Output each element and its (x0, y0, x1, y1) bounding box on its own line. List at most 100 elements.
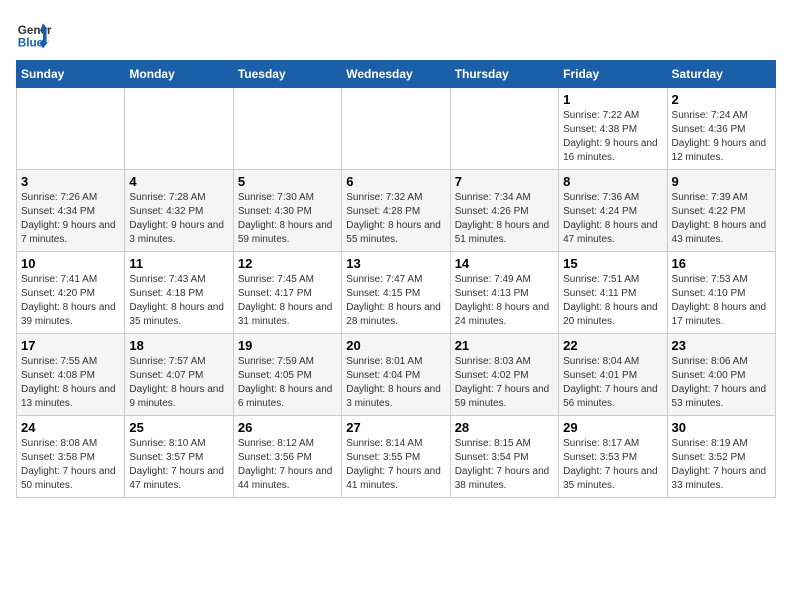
day-number: 6 (346, 174, 445, 189)
calendar-cell (450, 88, 558, 170)
calendar-cell: 7Sunrise: 7:34 AM Sunset: 4:26 PM Daylig… (450, 170, 558, 252)
calendar-cell: 24 Sunrise: 8:08 AM Sunset: 3:58 PM Dayli… (17, 416, 125, 498)
day-info: Sunrise: 7:57 AM Sunset: 4:07 PM Dayligh… (129, 355, 228, 411)
day-info: Sunrise: 7:59 AM Sunset: 4:05 PM Dayligh… (238, 355, 337, 411)
calendar-cell (125, 88, 233, 170)
day-number: 20 (346, 338, 445, 353)
day-number: 13 (346, 256, 445, 271)
day-info: Sunrise: 8:06 AM Sunset: 4:00 PM Dayligh… (672, 355, 771, 411)
day-info: Sunrise: 8:12 AM Sunset: 3:56 PM Dayligh… (238, 437, 337, 493)
weekday-header-row: SundayMondayTuesdayWednesdayThursdayFrid… (17, 61, 776, 88)
calendar-cell: 8 Sunrise: 7:36 AM Sunset: 4:24 PM Daylig… (559, 170, 667, 252)
day-number: 16 (672, 256, 771, 271)
calendar-week-2: 10 Sunrise: 7:41 AM Sunset: 4:20 PM Dayli… (17, 252, 776, 334)
calendar-cell: 23 Sunrise: 8:06 AM Sunset: 4:00 PM Dayli… (667, 334, 775, 416)
day-number: 21 (455, 338, 554, 353)
logo-icon: General Blue (16, 16, 52, 52)
calendar-cell: 10 Sunrise: 7:41 AM Sunset: 4:20 PM Dayli… (17, 252, 125, 334)
calendar-cell: 30 Sunrise: 8:19 AM Sunset: 3:52 PM Dayli… (667, 416, 775, 498)
calendar-cell: 13 Sunrise: 7:47 AM Sunset: 4:15 PM Dayli… (342, 252, 450, 334)
day-info: Sunrise: 7:32 AM Sunset: 4:28 PM Dayligh… (346, 191, 445, 247)
day-number: 14 (455, 256, 554, 271)
day-number: 9 (672, 174, 771, 189)
calendar-cell: 5 Sunrise: 7:30 AM Sunset: 4:30 PM Daylig… (233, 170, 341, 252)
day-info: Sunrise: 7:45 AM Sunset: 4:17 PM Dayligh… (238, 273, 337, 329)
day-info: Sunrise: 7:53 AM Sunset: 4:10 PM Dayligh… (672, 273, 771, 329)
day-number: 26 (238, 420, 337, 435)
calendar-week-1: 3Sunrise: 7:26 AM Sunset: 4:34 PM Daylig… (17, 170, 776, 252)
day-number: 5 (238, 174, 337, 189)
day-number: 10 (21, 256, 120, 271)
day-number: 30 (672, 420, 771, 435)
day-info: Sunrise: 7:41 AM Sunset: 4:20 PM Dayligh… (21, 273, 120, 329)
weekday-header-wednesday: Wednesday (342, 61, 450, 88)
calendar-cell: 19 Sunrise: 7:59 AM Sunset: 4:05 PM Dayli… (233, 334, 341, 416)
weekday-header-sunday: Sunday (17, 61, 125, 88)
weekday-header-monday: Monday (125, 61, 233, 88)
day-info: Sunrise: 8:15 AM Sunset: 3:54 PM Dayligh… (455, 437, 554, 493)
weekday-header-tuesday: Tuesday (233, 61, 341, 88)
calendar-cell: 15 Sunrise: 7:51 AM Sunset: 4:11 PM Dayli… (559, 252, 667, 334)
day-info: Sunrise: 8:03 AM Sunset: 4:02 PM Dayligh… (455, 355, 554, 411)
day-info: Sunrise: 7:47 AM Sunset: 4:15 PM Dayligh… (346, 273, 445, 329)
day-info: Sunrise: 7:22 AM Sunset: 4:38 PM Dayligh… (563, 109, 662, 165)
day-info: Sunrise: 7:26 AM Sunset: 4:34 PM Dayligh… (21, 191, 120, 247)
day-info: Sunrise: 7:39 AM Sunset: 4:22 PM Dayligh… (672, 191, 771, 247)
day-number: 29 (563, 420, 662, 435)
calendar-cell: 27 Sunrise: 8:14 AM Sunset: 3:55 PM Dayli… (342, 416, 450, 498)
calendar-cell: 16 Sunrise: 7:53 AM Sunset: 4:10 PM Dayli… (667, 252, 775, 334)
day-number: 23 (672, 338, 771, 353)
day-number: 12 (238, 256, 337, 271)
calendar-cell: 18 Sunrise: 7:57 AM Sunset: 4:07 PM Dayli… (125, 334, 233, 416)
day-info: Sunrise: 7:49 AM Sunset: 4:13 PM Dayligh… (455, 273, 554, 329)
day-number: 17 (21, 338, 120, 353)
day-info: Sunrise: 8:10 AM Sunset: 3:57 PM Dayligh… (129, 437, 228, 493)
day-info: Sunrise: 7:24 AM Sunset: 4:36 PM Dayligh… (672, 109, 771, 165)
calendar-cell: 4 Sunrise: 7:28 AM Sunset: 4:32 PM Daylig… (125, 170, 233, 252)
day-number: 28 (455, 420, 554, 435)
day-number: 24 (21, 420, 120, 435)
day-number: 1 (563, 92, 662, 107)
day-number: 19 (238, 338, 337, 353)
calendar-week-4: 24 Sunrise: 8:08 AM Sunset: 3:58 PM Dayli… (17, 416, 776, 498)
day-info: Sunrise: 8:19 AM Sunset: 3:52 PM Dayligh… (672, 437, 771, 493)
day-number: 25 (129, 420, 228, 435)
day-info: Sunrise: 8:01 AM Sunset: 4:04 PM Dayligh… (346, 355, 445, 411)
calendar-cell: 26 Sunrise: 8:12 AM Sunset: 3:56 PM Dayli… (233, 416, 341, 498)
calendar-cell: 20 Sunrise: 8:01 AM Sunset: 4:04 PM Dayli… (342, 334, 450, 416)
calendar-table: SundayMondayTuesdayWednesdayThursdayFrid… (16, 60, 776, 498)
day-number: 27 (346, 420, 445, 435)
day-info: Sunrise: 7:28 AM Sunset: 4:32 PM Dayligh… (129, 191, 228, 247)
header: General Blue (16, 16, 776, 52)
calendar-cell: 3Sunrise: 7:26 AM Sunset: 4:34 PM Daylig… (17, 170, 125, 252)
logo: General Blue (16, 16, 52, 52)
calendar-cell: 6 Sunrise: 7:32 AM Sunset: 4:28 PM Daylig… (342, 170, 450, 252)
day-number: 8 (563, 174, 662, 189)
day-number: 15 (563, 256, 662, 271)
calendar-cell: 12 Sunrise: 7:45 AM Sunset: 4:17 PM Dayli… (233, 252, 341, 334)
day-number: 18 (129, 338, 228, 353)
day-info: Sunrise: 8:08 AM Sunset: 3:58 PM Dayligh… (21, 437, 120, 493)
calendar-cell: 1 Sunrise: 7:22 AM Sunset: 4:38 PM Daylig… (559, 88, 667, 170)
day-number: 4 (129, 174, 228, 189)
calendar-cell (342, 88, 450, 170)
day-info: Sunrise: 7:30 AM Sunset: 4:30 PM Dayligh… (238, 191, 337, 247)
calendar-cell (17, 88, 125, 170)
calendar-week-0: 1 Sunrise: 7:22 AM Sunset: 4:38 PM Daylig… (17, 88, 776, 170)
calendar-cell: 11Sunrise: 7:43 AM Sunset: 4:18 PM Dayli… (125, 252, 233, 334)
day-info: Sunrise: 8:04 AM Sunset: 4:01 PM Dayligh… (563, 355, 662, 411)
weekday-header-saturday: Saturday (667, 61, 775, 88)
calendar-cell: 21 Sunrise: 8:03 AM Sunset: 4:02 PM Dayli… (450, 334, 558, 416)
calendar-cell: 9 Sunrise: 7:39 AM Sunset: 4:22 PM Daylig… (667, 170, 775, 252)
weekday-header-friday: Friday (559, 61, 667, 88)
calendar-cell: 14 Sunrise: 7:49 AM Sunset: 4:13 PM Dayli… (450, 252, 558, 334)
day-number: 7 (455, 174, 554, 189)
day-info: Sunrise: 7:55 AM Sunset: 4:08 PM Dayligh… (21, 355, 120, 411)
calendar-cell: 28 Sunrise: 8:15 AM Sunset: 3:54 PM Dayli… (450, 416, 558, 498)
day-info: Sunrise: 7:51 AM Sunset: 4:11 PM Dayligh… (563, 273, 662, 329)
calendar-week-3: 17 Sunrise: 7:55 AM Sunset: 4:08 PM Dayli… (17, 334, 776, 416)
day-info: Sunrise: 7:36 AM Sunset: 4:24 PM Dayligh… (563, 191, 662, 247)
calendar-cell: 2Sunrise: 7:24 AM Sunset: 4:36 PM Daylig… (667, 88, 775, 170)
calendar-cell: 17 Sunrise: 7:55 AM Sunset: 4:08 PM Dayli… (17, 334, 125, 416)
day-info: Sunrise: 8:14 AM Sunset: 3:55 PM Dayligh… (346, 437, 445, 493)
